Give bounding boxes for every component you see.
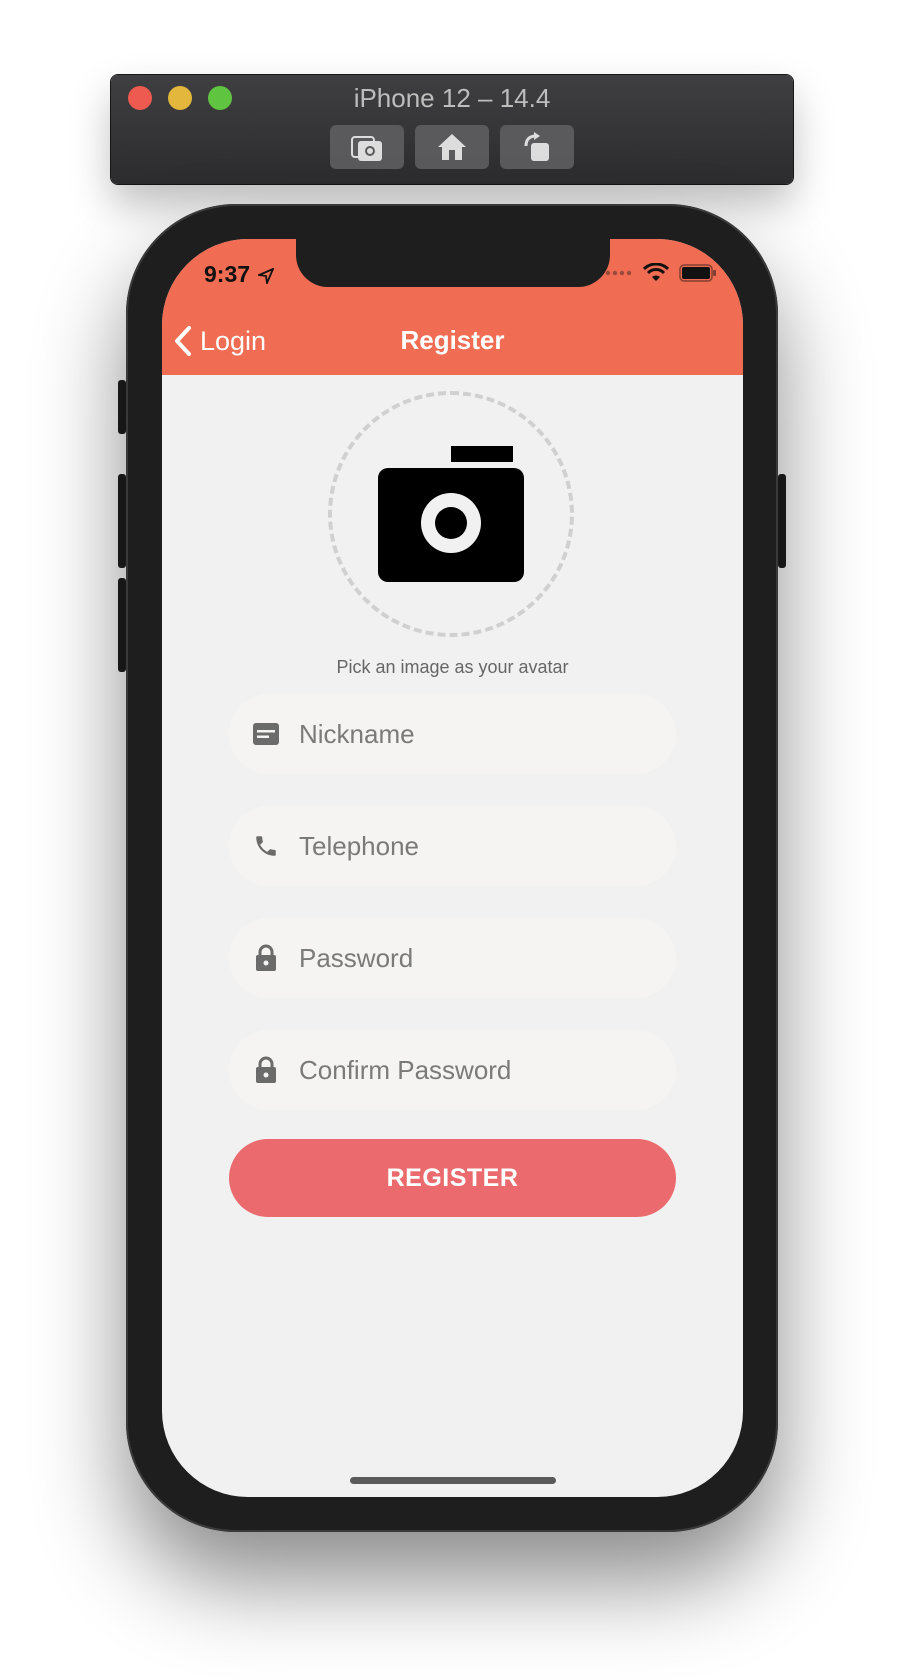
screenshot-icon: [351, 136, 382, 161]
home-icon: [438, 134, 466, 160]
volume-up-button: [118, 474, 126, 568]
phone-icon: [251, 831, 281, 861]
status-time: 9:37: [204, 261, 276, 288]
password-input[interactable]: [297, 941, 676, 975]
page-title: Register: [400, 325, 505, 355]
home-button[interactable]: [415, 125, 489, 169]
rotate-icon: [524, 132, 549, 161]
location-arrow-icon: [256, 267, 276, 287]
home-indicator[interactable]: [350, 1477, 556, 1484]
confirm-password-field[interactable]: [229, 1030, 676, 1110]
rotate-button[interactable]: [500, 125, 574, 169]
simulator-title: iPhone 12 – 14.4: [353, 83, 551, 113]
status-indicators: [605, 263, 717, 283]
navigation-header: 9:37 Login Register: [162, 239, 743, 375]
nickname-field[interactable]: [229, 694, 676, 774]
avatar-hint: Pick an image as your avatar: [336, 657, 569, 677]
telephone-field[interactable]: [229, 806, 676, 886]
confirm-password-input[interactable]: [297, 1053, 676, 1087]
avatar-picker[interactable]: [328, 391, 574, 637]
telephone-input[interactable]: [297, 829, 676, 863]
phone-screen: 9:37 Login Register Pick an image as you…: [162, 239, 743, 1497]
power-button: [778, 474, 786, 568]
simulator-title-bar: iPhone 12 – 14.4: [111, 75, 793, 184]
signal-icon: [605, 270, 632, 276]
lock-icon: [251, 1055, 281, 1085]
battery-icon: [679, 264, 716, 282]
screenshot-button[interactable]: [330, 125, 404, 169]
volume-down-button: [118, 578, 126, 672]
device-notch: [296, 239, 610, 287]
nickname-card-icon: [251, 719, 281, 749]
camera-icon: [378, 446, 524, 582]
wifi-icon: [643, 263, 669, 281]
password-field[interactable]: [229, 918, 676, 998]
mute-switch: [118, 380, 126, 434]
lock-icon: [251, 943, 281, 973]
register-button[interactable]: REGISTER: [229, 1139, 676, 1217]
nickname-input[interactable]: [297, 717, 676, 751]
